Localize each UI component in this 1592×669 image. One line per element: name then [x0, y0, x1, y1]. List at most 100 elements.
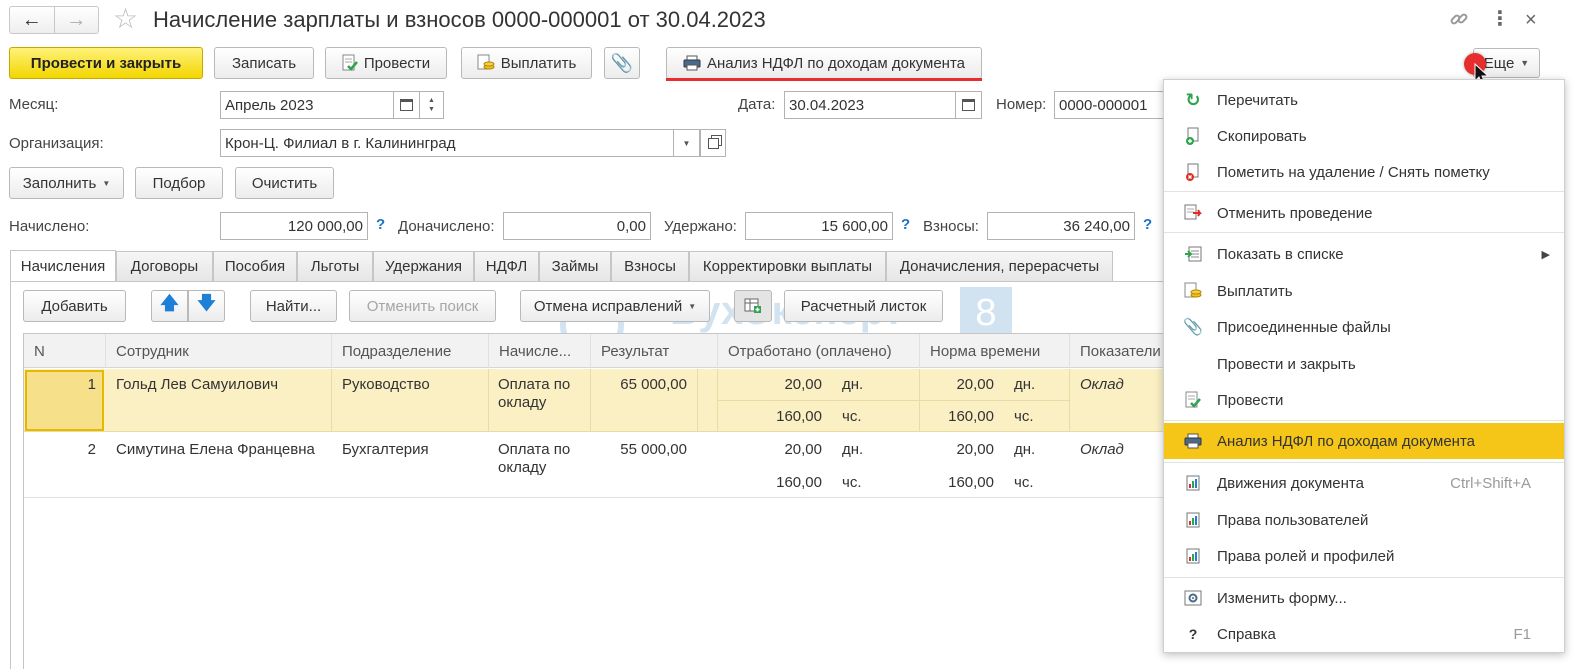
- link-icon[interactable]: [1448, 8, 1470, 30]
- menu-item-post-and-close[interactable]: Провести и закрыть: [1164, 346, 1564, 382]
- tab-payment-corrections[interactable]: Корректировки выплаты: [689, 251, 886, 281]
- cancel-corrections-button[interactable]: Отмена исправлений ▼: [520, 290, 710, 322]
- copy-document-icon: [1184, 127, 1202, 145]
- number-label: Номер:: [996, 96, 1047, 113]
- post-button[interactable]: Провести: [325, 47, 447, 79]
- col-header-worked[interactable]: Отработано (оплачено): [718, 334, 920, 368]
- move-down-button[interactable]: 🡇: [188, 290, 225, 322]
- col-header-employee[interactable]: Сотрудник: [106, 334, 332, 368]
- menu-item-user-rights[interactable]: Права пользователей: [1164, 502, 1564, 538]
- table-settings-button[interactable]: [734, 290, 772, 322]
- row-employee: Симутина Елена Францевна: [116, 441, 315, 458]
- menu-item-unpost[interactable]: Отменить проведение: [1164, 195, 1564, 231]
- forward-arrow-icon[interactable]: →: [55, 7, 99, 33]
- menu-item-change-form[interactable]: Изменить форму...: [1164, 580, 1564, 616]
- contributions-field: 36 240,00: [987, 212, 1135, 240]
- pay-button[interactable]: Выплатить: [461, 47, 592, 79]
- row-department: Бухгалтерия: [342, 441, 429, 458]
- row-number: 1: [87, 376, 96, 393]
- menu-item-post[interactable]: Провести: [1164, 382, 1564, 418]
- calendar-button[interactable]: [394, 91, 420, 119]
- row-worked-hours-unit: чс.: [842, 408, 862, 425]
- menu-item-document-movements[interactable]: Движения документа Ctrl+Shift+A: [1164, 465, 1564, 501]
- month-field[interactable]: Апрель 2023: [220, 91, 394, 119]
- col-header-indicators[interactable]: Показатели: [1070, 334, 1165, 368]
- withheld-field: 15 600,00: [745, 212, 893, 240]
- add-row-button[interactable]: Добавить: [23, 290, 126, 322]
- ndfl-analysis-button[interactable]: Анализ НДФЛ по доходам документа: [666, 47, 982, 79]
- date-calendar-button[interactable]: [956, 91, 982, 119]
- date-field[interactable]: 30.04.2023: [784, 91, 956, 119]
- clear-button[interactable]: Очистить: [235, 167, 334, 199]
- menu-item-ndfl-analysis[interactable]: Анализ НДФЛ по доходам документа: [1164, 423, 1564, 459]
- printer-icon: [1184, 432, 1202, 450]
- tab-privileges[interactable]: Льготы: [297, 251, 373, 281]
- calendar-icon: [400, 99, 413, 111]
- row-norm-days-unit: дн.: [1014, 376, 1036, 393]
- attach-button[interactable]: 📎: [604, 47, 640, 79]
- additional-label: Доначислено:: [398, 218, 495, 235]
- tab-benefits[interactable]: Пособия: [213, 251, 297, 281]
- menu-item-copy[interactable]: Скопировать: [1164, 118, 1564, 154]
- row-accrual-line2: окладу: [498, 394, 547, 411]
- menu-item-show-in-list[interactable]: Показать в списке ▶: [1164, 236, 1564, 272]
- report-chart-icon: [1184, 474, 1202, 492]
- row-col-separator: [697, 369, 698, 432]
- table-add-icon: [744, 298, 762, 314]
- contributions-label: Взносы:: [923, 218, 979, 235]
- cancel-search-button[interactable]: Отменить поиск: [349, 290, 496, 322]
- menu-item-attached-files[interactable]: 📎 Присоединенные файлы: [1164, 309, 1564, 345]
- col-header-norm[interactable]: Норма времени: [920, 334, 1070, 368]
- submenu-arrow-icon: ▶: [1541, 248, 1550, 261]
- tab-contracts[interactable]: Договоры: [116, 251, 213, 281]
- payslip-button[interactable]: Расчетный листок: [784, 290, 943, 322]
- save-button[interactable]: Записать: [214, 47, 314, 79]
- nav-buttons: ← →: [9, 6, 99, 34]
- withheld-help-icon[interactable]: ?: [901, 216, 910, 233]
- number-field[interactable]: 0000-000001: [1054, 91, 1174, 119]
- accrued-help-icon[interactable]: ?: [376, 216, 385, 233]
- menu-item-reread[interactable]: ↻ Перечитать: [1164, 82, 1564, 118]
- help-question-icon: ?: [1188, 626, 1198, 642]
- menu-item-role-rights[interactable]: Права ролей и профилей: [1164, 538, 1564, 574]
- post-and-close-button[interactable]: Провести и закрыть: [9, 47, 203, 79]
- tab-deductions[interactable]: Удержания: [373, 251, 474, 281]
- highlight-underline: [666, 78, 982, 81]
- move-up-button[interactable]: 🡅: [151, 290, 188, 322]
- organization-open-button[interactable]: [700, 129, 726, 157]
- arrow-down-icon: 🡇: [197, 293, 216, 313]
- tab-ndfl[interactable]: НДФЛ: [474, 251, 539, 281]
- chevron-down-icon: ▼: [682, 138, 691, 148]
- month-spin-button[interactable]: ▲ ▼: [420, 91, 444, 119]
- close-icon[interactable]: ×: [1525, 7, 1537, 33]
- col-header-n[interactable]: N: [24, 334, 106, 368]
- row-worked-days-unit: дн.: [842, 441, 864, 458]
- tab-accruals[interactable]: Начисления: [10, 250, 116, 282]
- row-worked-hours: 160,00: [776, 408, 822, 425]
- month-label: Месяц:: [9, 96, 59, 113]
- contributions-help-icon[interactable]: ?: [1143, 216, 1152, 233]
- spin-up-icon: ▲: [428, 97, 435, 104]
- more-actions-menu: ↻ Перечитать Скопировать Пометить на уда…: [1163, 79, 1565, 653]
- col-header-accrual[interactable]: Начисле...: [489, 334, 591, 368]
- back-arrow-icon[interactable]: ←: [10, 7, 55, 33]
- tab-additional-accruals[interactable]: Доначисления, перерасчеты: [886, 251, 1113, 281]
- find-button[interactable]: Найти...: [250, 290, 337, 322]
- row-worked-hours: 160,00: [776, 474, 822, 491]
- menu-item-pay[interactable]: Выплатить: [1164, 273, 1564, 309]
- tab-contributions[interactable]: Взносы: [611, 251, 689, 281]
- favorite-star-icon[interactable]: ☆: [113, 4, 138, 34]
- col-header-result[interactable]: Результат: [591, 334, 718, 368]
- menu-item-help[interactable]: ? Справка F1: [1164, 616, 1564, 652]
- pick-button[interactable]: Подбор: [135, 167, 223, 199]
- tab-loans[interactable]: Займы: [539, 251, 611, 281]
- organization-field[interactable]: Крон-Ц. Филиал в г. Калининград: [220, 129, 674, 157]
- menu-item-mark-delete[interactable]: Пометить на удаление / Снять пометку: [1164, 154, 1564, 190]
- col-header-department[interactable]: Подразделение: [332, 334, 489, 368]
- organization-dropdown-button[interactable]: ▼: [674, 129, 700, 157]
- kebab-menu-icon[interactable]: ⋮: [1490, 6, 1510, 32]
- fill-button[interactable]: Заполнить ▼: [9, 167, 124, 199]
- spin-down-icon: ▼: [428, 106, 435, 113]
- menu-separator: [1164, 420, 1564, 421]
- menu-separator: [1164, 232, 1564, 233]
